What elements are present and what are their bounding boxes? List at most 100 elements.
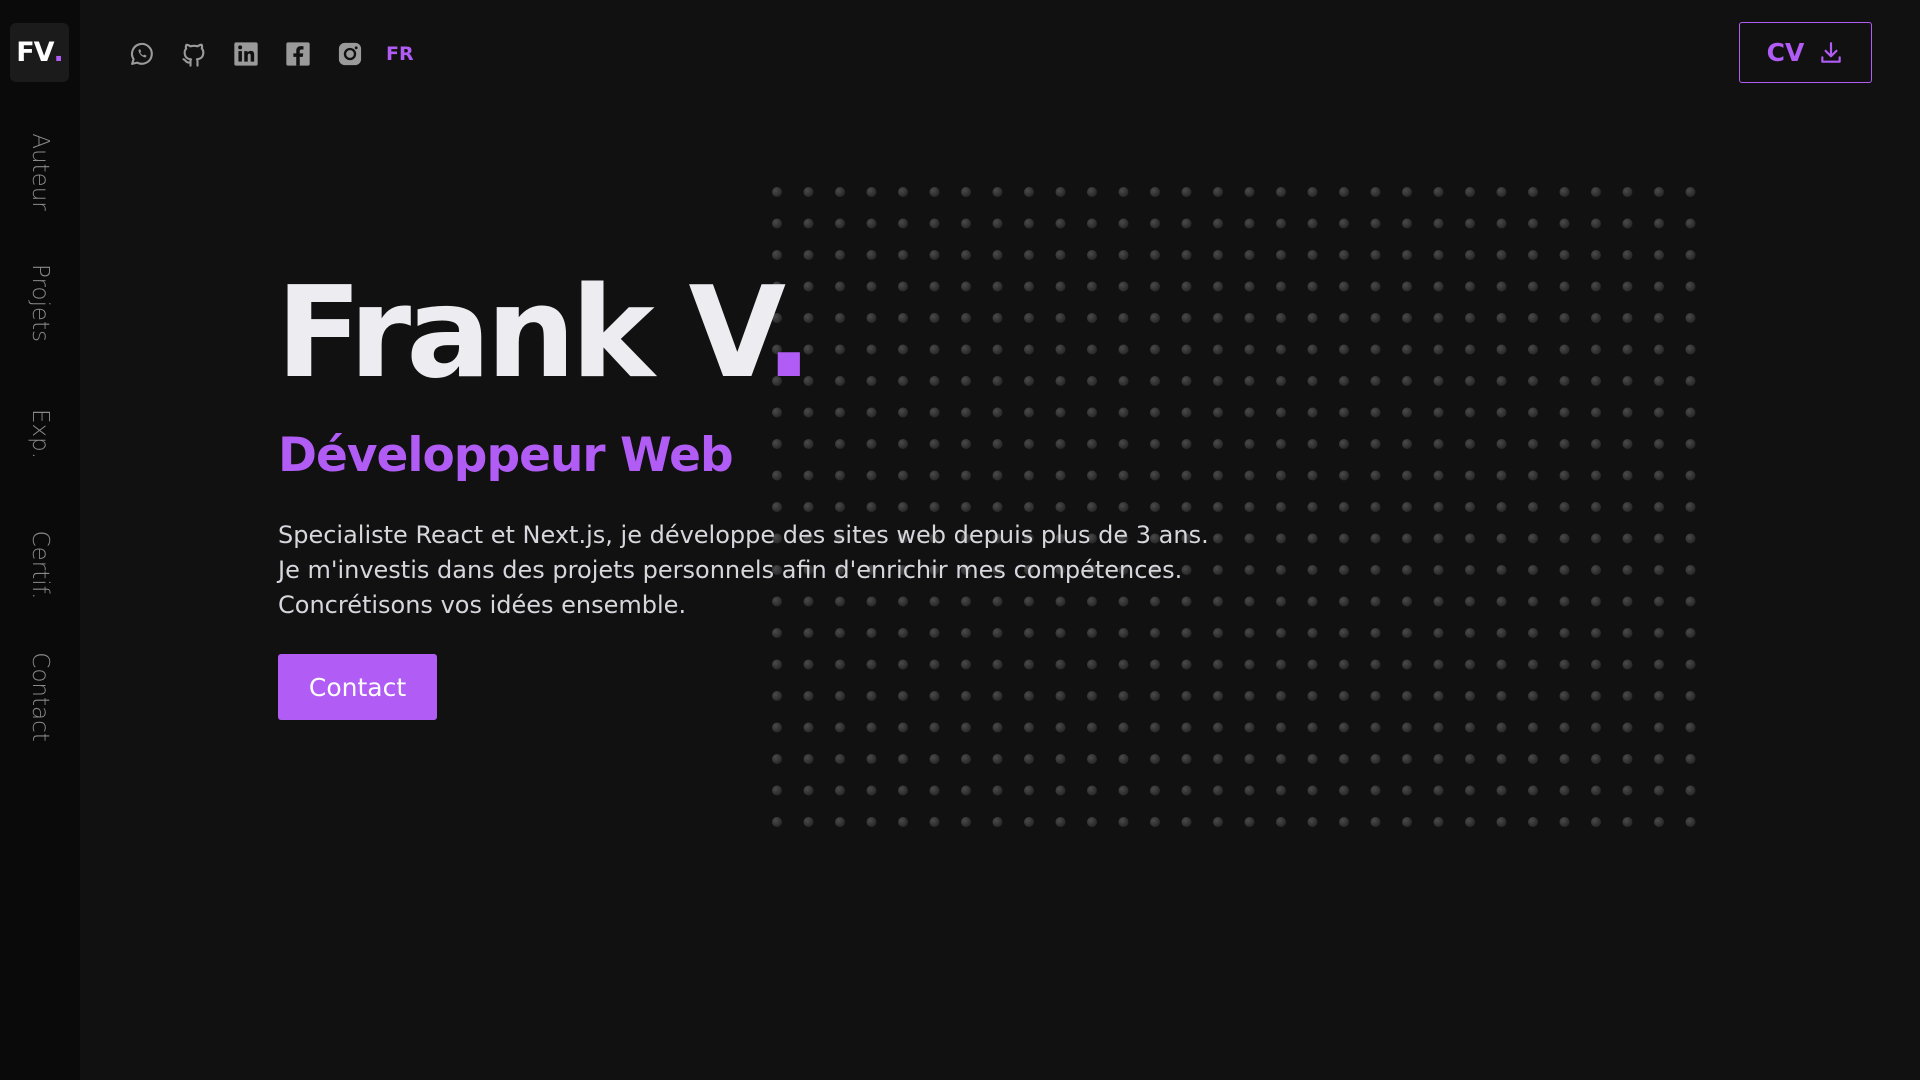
grid-dot	[1055, 722, 1066, 733]
grid-dot	[1402, 565, 1412, 575]
sidebar-item-certif[interactable]: Certif.	[27, 531, 53, 600]
grid-dot	[992, 502, 1003, 512]
grid-dot	[1307, 628, 1318, 638]
grid-dot	[1339, 313, 1349, 323]
grid-dot	[1591, 628, 1601, 638]
grid-dot	[1087, 628, 1097, 638]
grid-dot	[898, 754, 908, 764]
grid-dot	[866, 344, 877, 355]
grid-dot	[1118, 722, 1129, 733]
grid-dot	[1465, 502, 1475, 512]
grid-dot	[898, 344, 908, 355]
grid-dot	[1087, 817, 1097, 827]
grid-dot	[1496, 250, 1507, 260]
grid-dot	[1181, 691, 1192, 701]
grid-dot	[1654, 250, 1664, 260]
whatsapp-icon[interactable]	[126, 38, 158, 70]
grid-dot	[1528, 691, 1538, 701]
linkedin-icon[interactable]	[230, 38, 262, 70]
sidebar-item-projets[interactable]: Projets	[27, 264, 53, 342]
grid-dot	[772, 502, 782, 512]
grid-dot	[1024, 817, 1034, 827]
instagram-icon[interactable]	[334, 38, 366, 70]
grid-dot	[961, 659, 971, 670]
grid-dot	[929, 218, 940, 229]
grid-dot	[1370, 250, 1381, 260]
grid-dot	[1622, 754, 1633, 764]
grid-dot	[1213, 691, 1223, 701]
grid-dot	[1654, 218, 1664, 229]
grid-dot	[1181, 628, 1192, 638]
grid-dot	[1118, 313, 1129, 323]
grid-dot	[1685, 439, 1696, 449]
grid-dot	[1181, 502, 1192, 512]
grid-dot	[1181, 754, 1192, 764]
grid-dot	[1402, 281, 1412, 292]
grid-dot	[1118, 817, 1129, 827]
grid-dot	[929, 785, 940, 796]
cv-download-button[interactable]: CV	[1739, 22, 1872, 83]
grid-dot	[1591, 817, 1601, 827]
sidebar-item-exp[interactable]: Exp.	[27, 409, 53, 459]
hero-name-text: Frank V	[276, 259, 770, 406]
grid-dot	[1150, 218, 1160, 229]
grid-dot	[929, 376, 940, 386]
grid-dot	[1370, 218, 1381, 229]
grid-dot	[1087, 659, 1097, 670]
grid-dot	[929, 754, 940, 764]
grid-dot	[1402, 407, 1412, 418]
grid-dot	[1528, 502, 1538, 512]
grid-dot	[1339, 754, 1349, 764]
grid-dot	[1213, 218, 1223, 229]
grid-dot	[1370, 691, 1381, 701]
grid-dot	[835, 376, 845, 386]
grid-dot	[1559, 785, 1570, 796]
grid-dot	[1276, 470, 1286, 481]
grid-dot	[772, 817, 782, 827]
grid-dot	[1496, 565, 1507, 575]
grid-dot	[1307, 565, 1318, 575]
grid-dot	[1276, 218, 1286, 229]
contact-button[interactable]: Contact	[278, 654, 437, 720]
grid-dot	[1055, 691, 1066, 701]
sidebar-item-auteur[interactable]: Auteur	[27, 133, 53, 211]
grid-dot	[1024, 313, 1034, 323]
grid-dot	[1244, 628, 1255, 638]
grid-dot	[1465, 187, 1475, 197]
sidebar-item-contact[interactable]: Contact	[27, 652, 53, 741]
github-icon[interactable]	[178, 38, 210, 70]
grid-dot	[1339, 502, 1349, 512]
grid-dot	[1055, 817, 1066, 827]
grid-dot	[1528, 659, 1538, 670]
grid-dot	[898, 218, 908, 229]
grid-dot	[1559, 565, 1570, 575]
grid-dot	[1654, 187, 1664, 197]
grid-dot	[1150, 281, 1160, 292]
facebook-icon[interactable]	[282, 38, 314, 70]
hero-description-line: Concrétisons vos idées ensemble.	[278, 591, 687, 619]
grid-dot	[1591, 754, 1601, 764]
grid-dot	[1465, 439, 1475, 449]
grid-dot	[1370, 502, 1381, 512]
grid-dot	[1528, 187, 1538, 197]
grid-dot	[1055, 785, 1066, 796]
grid-dot	[1244, 722, 1255, 733]
grid-dot	[1213, 502, 1223, 512]
grid-dot	[898, 439, 908, 449]
language-toggle[interactable]: FR	[386, 43, 414, 65]
grid-dot	[1528, 281, 1538, 292]
grid-dot	[1055, 218, 1066, 229]
grid-dot	[992, 376, 1003, 386]
grid-dot	[835, 344, 845, 355]
grid-dot	[1433, 628, 1444, 638]
grid-dot	[803, 722, 814, 733]
grid-dot	[1402, 596, 1412, 607]
grid-dot	[1244, 817, 1255, 827]
grid-dot	[1433, 502, 1444, 512]
grid-dot	[1559, 281, 1570, 292]
grid-dot	[1118, 250, 1129, 260]
grid-dot	[1528, 817, 1538, 827]
grid-dot	[898, 250, 908, 260]
grid-dot	[1024, 785, 1034, 796]
grid-dot	[1118, 344, 1129, 355]
